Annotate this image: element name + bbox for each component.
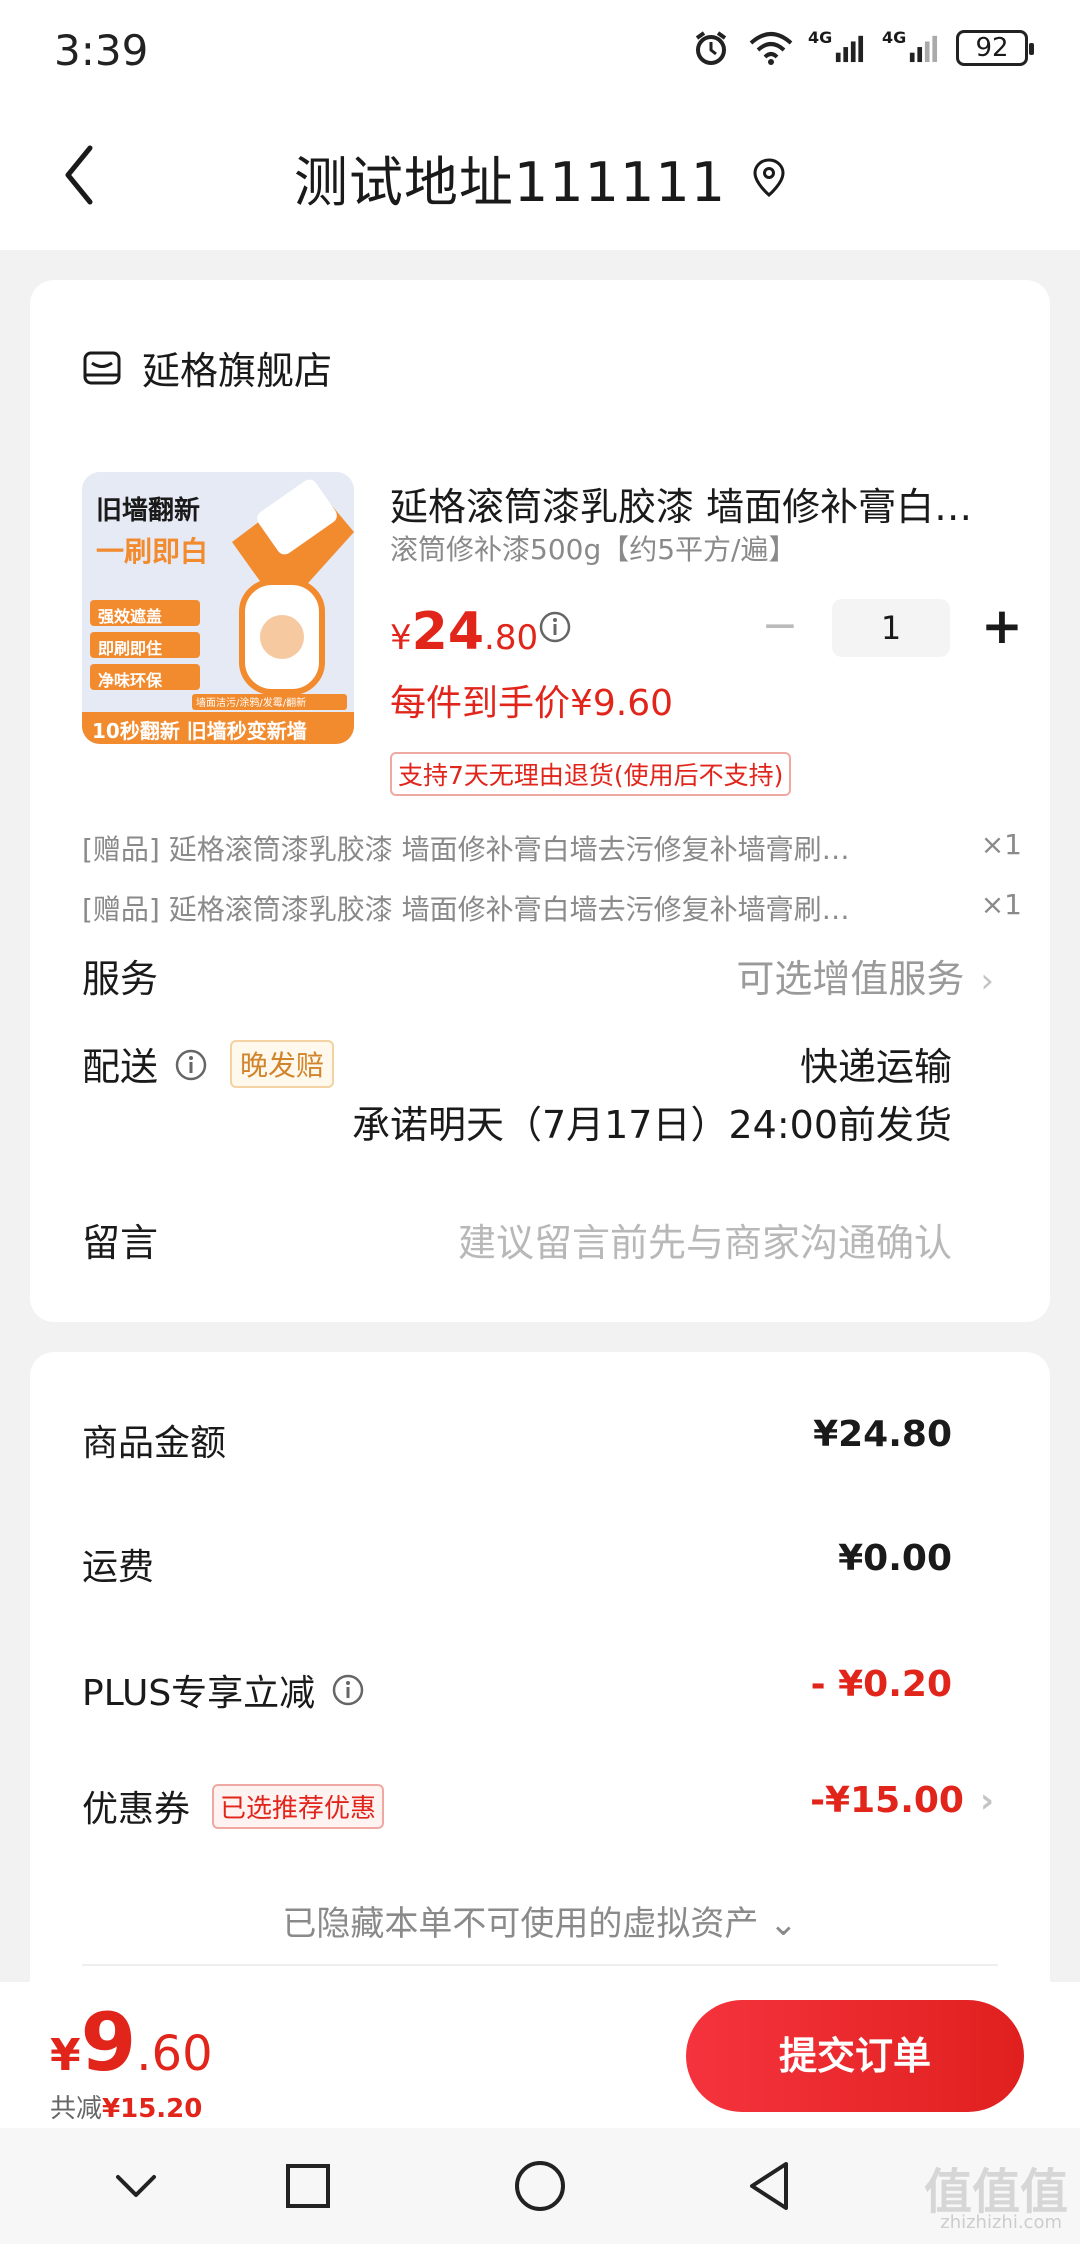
chevron-down-icon (116, 2175, 156, 2197)
plus-discount-label: PLUS专享立减 (82, 1673, 316, 1714)
return-policy-tag: 支持7天无理由退货(使用后不支持) (390, 752, 792, 796)
price-decimal: .80 (484, 618, 539, 658)
quantity-increase-button[interactable]: + (972, 598, 1032, 658)
wifi-icon (748, 28, 794, 68)
image-feature-3: 净味环保 (98, 671, 163, 690)
plus-discount-value: - ¥0.20 (810, 1664, 952, 1705)
circle-icon (515, 2161, 565, 2211)
coupon-label: 优惠券 (82, 1789, 191, 1830)
goods-amount-value: ¥24.80 (813, 1414, 952, 1455)
battery-icon: 92 (956, 30, 1034, 66)
nav-collapse-button[interactable] (106, 2156, 166, 2216)
divider (82, 1964, 998, 1966)
signal-icon-2: 4G (882, 28, 942, 68)
header: 测试地址111111 (0, 100, 1080, 250)
shipping-label: 配送 (82, 1045, 159, 1089)
status-bar: 3:39 4G 4G 92 (0, 0, 1080, 100)
network-label-2: 4G (882, 28, 907, 47)
coupon-value: -¥15.00 (810, 1780, 964, 1821)
final-unit-price: 每件到手价¥9.60 (390, 683, 674, 724)
saved-label: 共减 (50, 2094, 103, 2124)
hidden-assets-toggle[interactable]: 已隐藏本单不可使用的虚拟资产 ⌄ (30, 1896, 1050, 1945)
gift-item[interactable]: [赠品] 延格滚筒漆乳胶漆 墙面修补膏白墙去污修复补墙膏刷… ×1 (82, 888, 1022, 928)
signal-icon-1: 4G (808, 28, 868, 68)
checkout-bar: ¥ 9 .60 共减¥15.20 提交订单 (0, 1982, 1080, 2128)
battery-level: 92 (975, 33, 1009, 63)
image-caption-1: 旧墙翻新 (96, 496, 201, 526)
network-label-1: 4G (808, 28, 833, 47)
service-value: 可选增值服务 (736, 957, 965, 1001)
location-pin-icon (752, 157, 786, 199)
coupon-recommend-tag: 已选推荐优惠 (212, 1783, 385, 1829)
nav-back-button[interactable] (740, 2156, 800, 2216)
alarm-icon (688, 28, 734, 68)
shipping-row: 配送 晚发赔 (82, 1036, 335, 1091)
freight-label: 运费 (82, 1538, 154, 1590)
product-price: ¥ 24 .80 (390, 602, 538, 662)
status-time: 3:39 (54, 26, 149, 75)
late-compensation-tag: 晚发赔 (230, 1039, 335, 1088)
chevron-right-icon: › (980, 961, 994, 1001)
product-title[interactable]: 延格滚筒漆乳胶漆 墙面修补膏白… (390, 476, 1010, 531)
image-caption-2: 一刷即白 (96, 535, 209, 568)
service-selector[interactable]: 可选增值服务 › (736, 948, 994, 1003)
price-currency: ¥ (390, 618, 412, 658)
shop-name: 延格旗舰店 (142, 349, 333, 393)
freight-value: ¥0.00 (838, 1538, 952, 1579)
image-bottom-text: 10秒翻新 旧墙秒变新墙 (92, 719, 307, 743)
total-currency: ¥ (50, 2030, 81, 2081)
shop-icon (82, 348, 122, 388)
freight-label-text: 运费 (82, 1547, 155, 1588)
quantity-stepper: − 1 + (750, 598, 1032, 658)
total-integer: 9 (80, 1996, 137, 2089)
submit-order-button[interactable]: 提交订单 (686, 2000, 1024, 2112)
goods-amount-label: 商品金额 (82, 1414, 226, 1466)
image-feature-2: 即刷即住 (98, 639, 163, 658)
total-price: ¥ 9 .60 (50, 1996, 213, 2089)
system-nav-bar (0, 2128, 1080, 2244)
quantity-decrease-button[interactable]: − (750, 598, 810, 658)
gift-quantity: ×1 (980, 828, 1022, 861)
gift-item[interactable]: [赠品] 延格滚筒漆乳胶漆 墙面修补膏白墙去污修复补墙膏刷… ×1 (82, 828, 1022, 868)
product-spec[interactable]: 滚筒修补漆500g【约5平方/遍】 (390, 528, 796, 568)
message-label: 留言 (82, 1221, 159, 1265)
watermark-url: zhizhizhi.com (940, 2212, 1062, 2233)
triangle-back-icon (750, 2162, 788, 2210)
quantity-input[interactable]: 1 (832, 599, 950, 657)
status-icons: 4G 4G 92 (688, 28, 1034, 68)
square-icon (286, 2164, 330, 2208)
message-input[interactable]: 建议留言前先与商家沟通确认 (458, 1212, 952, 1267)
image-feature-1: 强效遮盖 (98, 607, 163, 626)
nav-home-button[interactable] (510, 2156, 570, 2216)
total-decimal: .60 (136, 2026, 213, 2082)
address-selector[interactable]: 测试地址111111 (0, 138, 1080, 217)
coupon-selector[interactable]: -¥15.00 › (810, 1780, 994, 1821)
nav-recents-button[interactable] (278, 2156, 338, 2216)
gift-text: [赠品] 延格滚筒漆乳胶漆 墙面修补膏白墙去污修复补墙膏刷… (82, 893, 850, 926)
product-image[interactable]: 旧墙翻新 一刷即白 强效遮盖 即刷即住 净味环保 墙面洁污/涂鸦/发霉/翻新 1… (82, 472, 354, 744)
total-saved: 共减¥15.20 (50, 2088, 202, 2125)
image-small-text: 墙面洁污/涂鸦/发霉/翻新 (196, 698, 307, 709)
shipping-info-icon[interactable] (174, 1047, 208, 1081)
shop-header[interactable]: 延格旗舰店 (82, 340, 332, 395)
shipping-promise: 承诺明天（7月17日）24:00前发货 (351, 1103, 952, 1147)
price-integer: 24 (411, 602, 485, 662)
gift-text: [赠品] 延格滚筒漆乳胶漆 墙面修补膏白墙去污修复补墙膏刷… (82, 833, 850, 866)
chevron-right-icon: › (979, 1780, 994, 1821)
plus-info-icon[interactable] (331, 1673, 365, 1707)
gift-quantity: ×1 (980, 888, 1022, 921)
plus-discount-row: PLUS专享立减 (82, 1664, 365, 1716)
price-summary-card: 商品金额 ¥24.80 运费 ¥0.00 PLUS专享立减 - ¥0.20 优惠… (30, 1352, 1050, 2052)
saved-value: ¥15.20 (102, 2094, 203, 2124)
address-title: 测试地址111111 (293, 151, 727, 214)
price-info-icon[interactable] (538, 610, 572, 644)
service-label: 服务 (82, 957, 159, 1001)
goods-amount-label-text: 商品金额 (82, 1423, 227, 1464)
order-item-card: 延格旗舰店 旧墙翻新 一刷即白 强效遮盖 即刷即住 净味环保 墙面洁污/涂鸦/发… (30, 280, 1050, 1322)
shipping-method[interactable]: 快递运输 (800, 1036, 952, 1091)
coupon-row: 优惠券 已选推荐优惠 (82, 1780, 385, 1832)
